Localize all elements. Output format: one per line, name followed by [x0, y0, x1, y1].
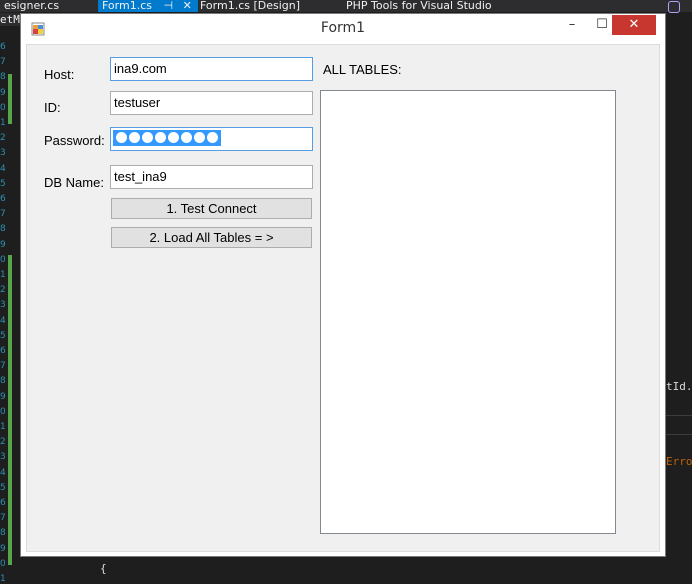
form-client-area: Host: ina9.com ID: testuser Password: DB…	[26, 44, 660, 552]
ide-line-highlight	[666, 415, 692, 435]
dbname-input[interactable]: test_ina9	[110, 165, 313, 189]
password-mask-dot	[116, 132, 127, 143]
tables-listbox[interactable]	[320, 90, 616, 534]
line-number: 8	[0, 376, 6, 387]
load-all-tables-button[interactable]: 2. Load All Tables = >	[111, 227, 312, 248]
line-number: 4	[0, 467, 6, 478]
line-number: 4	[0, 315, 6, 326]
line-number: 7	[0, 361, 6, 372]
ide-tab-bar: esigner.cs Form1.cs ⊣ ✕ Form1.cs [Design…	[0, 0, 692, 13]
line-number: 6	[0, 42, 6, 52]
ide-code-fragment: {	[100, 562, 107, 575]
line-number: 0	[0, 254, 6, 265]
line-number: 1	[0, 270, 6, 280]
line-number: 0	[0, 406, 6, 417]
line-number: 5	[0, 482, 6, 493]
id-label: ID:	[44, 100, 61, 115]
change-indicator	[8, 255, 12, 565]
line-number: 3	[0, 452, 6, 463]
line-number: 5	[0, 330, 6, 341]
line-number: 7	[0, 513, 6, 524]
password-label: Password:	[44, 133, 105, 148]
password-mask-dot	[207, 132, 218, 143]
ide-gutter: 6 7 8 9 0 1 2 3 4 5 6 7 8 9 0 1 2 3 4 5 6 7 8 9 0 1 2 3 4 5 6 7 8 9 0 1	[0, 12, 20, 584]
ide-code-fragment: tId.	[666, 380, 692, 393]
ide-tab-form1-cs[interactable]: Form1.cs ⊣ ✕	[98, 0, 198, 12]
ide-tab-label: Form1.cs	[102, 0, 152, 12]
line-number: 8	[0, 224, 6, 235]
title-bar[interactable]: Form1 – ☐ ✕	[21, 14, 665, 44]
ide-tab-form1-design[interactable]: Form1.cs [Design]	[196, 0, 314, 12]
close-button[interactable]: ✕	[612, 15, 656, 35]
ide-tab-designer[interactable]: esigner.cs	[0, 0, 98, 12]
id-input[interactable]: testuser	[110, 91, 313, 115]
line-number: 2	[0, 437, 6, 448]
line-number: 1	[0, 118, 6, 128]
change-indicator	[8, 74, 12, 124]
password-mask-dot	[155, 132, 166, 143]
line-number: 1	[0, 574, 6, 584]
line-number: 8	[0, 528, 6, 539]
pin-icon[interactable]: ⊣	[163, 0, 173, 12]
line-number: 3	[0, 148, 6, 159]
line-number: 6	[0, 346, 6, 356]
line-number: 0	[0, 558, 6, 569]
host-input[interactable]: ina9.com	[110, 57, 313, 81]
password-selection	[113, 130, 221, 146]
minimize-button[interactable]: –	[557, 14, 587, 36]
close-icon[interactable]: ✕	[183, 0, 192, 12]
line-number: 9	[0, 543, 6, 554]
test-connect-button[interactable]: 1. Test Connect	[111, 198, 312, 219]
all-tables-label: ALL TABLES:	[323, 62, 402, 77]
dbname-label: DB Name:	[44, 175, 104, 190]
line-number: 7	[0, 57, 6, 68]
ide-code-fragment: etM	[0, 13, 20, 26]
line-number: 2	[0, 285, 6, 296]
line-number: 6	[0, 498, 6, 508]
ide-code-fragment: Erro	[666, 455, 692, 468]
line-number: 7	[0, 209, 6, 220]
line-number: 3	[0, 300, 6, 311]
line-number: 8	[0, 72, 6, 83]
line-number: 6	[0, 194, 6, 204]
line-number: 4	[0, 163, 6, 174]
line-number: 9	[0, 391, 6, 402]
password-mask-dot	[129, 132, 140, 143]
line-number: 2	[0, 133, 6, 144]
password-input[interactable]	[110, 127, 313, 151]
ide-toolbar-icon[interactable]	[668, 1, 680, 13]
form1-window: Form1 – ☐ ✕ Host: ina9.com ID: testuser …	[20, 13, 666, 557]
line-number: 9	[0, 87, 6, 98]
line-number: 0	[0, 102, 6, 113]
line-number: 9	[0, 239, 6, 250]
ide-tab-php-tools[interactable]: PHP Tools for Visual Studio	[342, 0, 520, 12]
line-number: 5	[0, 178, 6, 189]
password-mask-dot	[168, 132, 179, 143]
line-number: 1	[0, 422, 6, 432]
password-mask-dot	[181, 132, 192, 143]
password-mask-dot	[142, 132, 153, 143]
password-mask-dot	[194, 132, 205, 143]
host-label: Host:	[44, 67, 75, 82]
